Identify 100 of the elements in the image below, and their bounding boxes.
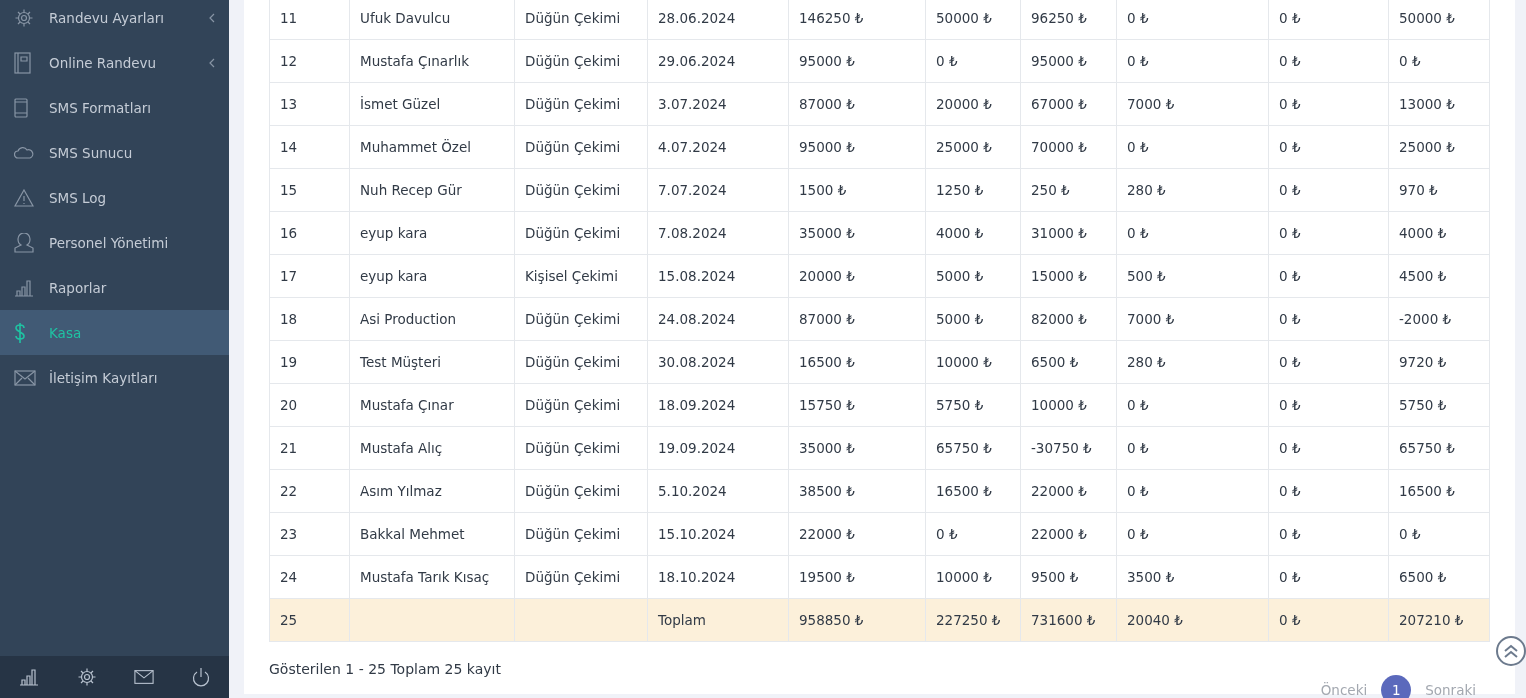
table-cell: 65750 ₺ — [1388, 426, 1490, 470]
table-cell: 0 ₺ — [1268, 125, 1389, 169]
scroll-to-top-button[interactable] — [1496, 636, 1526, 666]
table-cell: 6500 ₺ — [1388, 555, 1490, 599]
user-icon — [14, 232, 34, 253]
table-cell: Ufuk Davulcu — [349, 0, 515, 40]
table-cell: İsmet Güzel — [349, 82, 515, 126]
table-cell: Düğün Çekimi — [514, 0, 648, 40]
table-cell: 14 — [269, 125, 350, 169]
table-cell: eyup kara — [349, 211, 515, 255]
table-cell: 13000 ₺ — [1388, 82, 1490, 126]
table-cell: 87000 ₺ — [788, 297, 926, 341]
sidebar-item[interactable]: Randevu Ayarları — [0, 0, 229, 40]
table-cell: 4500 ₺ — [1388, 254, 1490, 298]
table-cell: 0 ₺ — [1268, 512, 1389, 556]
bar-chart-icon[interactable] — [18, 668, 39, 686]
power-icon[interactable] — [192, 667, 211, 687]
table-cell: 5750 ₺ — [925, 383, 1021, 427]
table-cell: 15.08.2024 — [647, 254, 789, 298]
table-cell: 5000 ₺ — [925, 297, 1021, 341]
table-cell: 22000 ₺ — [1020, 512, 1117, 556]
table-cell: 18.09.2024 — [647, 383, 789, 427]
table-cell: 0 ₺ — [1388, 39, 1490, 83]
table-cell: 38500 ₺ — [788, 469, 926, 513]
sidebar-item[interactable]: Online Randevu — [0, 40, 229, 85]
table-cell: 280 ₺ — [1116, 168, 1269, 212]
table-cell: 0 ₺ — [1116, 469, 1269, 513]
sidebar-item[interactable]: Raporlar — [0, 265, 229, 310]
sidebar-item[interactable]: SMS Formatları — [0, 85, 229, 130]
table-cell: 10000 ₺ — [925, 555, 1021, 599]
table-cell: 10000 ₺ — [925, 340, 1021, 384]
table-cell: 0 ₺ — [1268, 211, 1389, 255]
table-cell: 0 ₺ — [1268, 82, 1389, 126]
table-cell: 22000 ₺ — [788, 512, 926, 556]
sidebar-item[interactable]: İletişim Kayıtları — [0, 355, 229, 400]
table-cell: 0 ₺ — [1116, 125, 1269, 169]
table-cell: 15000 ₺ — [1020, 254, 1117, 298]
table-cell: Mustafa Çınarlık — [349, 39, 515, 83]
table-cell: Düğün Çekimi — [514, 168, 648, 212]
table-cell: Asım Yılmaz — [349, 469, 515, 513]
table-cell: Düğün Çekimi — [514, 211, 648, 255]
table-cell: 5750 ₺ — [1388, 383, 1490, 427]
sidebar-item[interactable]: Kasa — [0, 310, 229, 355]
table-cell: 958850 ₺ — [788, 598, 926, 642]
table-cell: 16 — [269, 211, 350, 255]
table-cell: 95000 ₺ — [788, 125, 926, 169]
table-cell: 50000 ₺ — [1388, 0, 1490, 40]
table-cell: 250 ₺ — [1020, 168, 1117, 212]
table-cell: 500 ₺ — [1116, 254, 1269, 298]
double-chevron-up-icon — [1503, 644, 1519, 658]
table-cell: 16500 ₺ — [1388, 469, 1490, 513]
table-cell: 22000 ₺ — [1020, 469, 1117, 513]
notebook-icon — [14, 51, 32, 74]
phone-icon — [14, 97, 28, 118]
sidebar-item[interactable]: Personel Yönetimi — [0, 220, 229, 265]
sidebar-item[interactable]: SMS Log — [0, 175, 229, 220]
table-cell: Düğün Çekimi — [514, 469, 648, 513]
table-cell: 3.07.2024 — [647, 82, 789, 126]
table-cell: 50000 ₺ — [925, 0, 1021, 40]
table-cell: 9720 ₺ — [1388, 340, 1490, 384]
table-cell: 12 — [269, 39, 350, 83]
table-cell: 4.07.2024 — [647, 125, 789, 169]
envelope-icon[interactable] — [134, 669, 155, 685]
table-cell: 30.08.2024 — [647, 340, 789, 384]
table-cell: 0 ₺ — [1268, 254, 1389, 298]
table-cell: 24 — [269, 555, 350, 599]
dollar-icon — [14, 321, 26, 344]
table-cell: 25000 ₺ — [925, 125, 1021, 169]
bar-chart-icon — [14, 278, 34, 297]
table-cell: Bakkal Mehmet — [349, 512, 515, 556]
table-cell: 70000 ₺ — [1020, 125, 1117, 169]
table-cell: 87000 ₺ — [788, 82, 926, 126]
table-cell: 3500 ₺ — [1116, 555, 1269, 599]
table-cell: Düğün Çekimi — [514, 297, 648, 341]
table-cell: 0 ₺ — [1116, 39, 1269, 83]
table-cell: 6500 ₺ — [1020, 340, 1117, 384]
table-cell: 9500 ₺ — [1020, 555, 1117, 599]
table-cell: 0 ₺ — [1268, 469, 1389, 513]
page-button[interactable]: 1 — [1381, 675, 1412, 698]
table-cell: 0 ₺ — [1268, 39, 1389, 83]
table-cell: 731600 ₺ — [1020, 598, 1117, 642]
sidebar-item[interactable]: SMS Sunucu — [0, 130, 229, 175]
table-cell: 7000 ₺ — [1116, 82, 1269, 126]
settings-icon[interactable] — [76, 667, 97, 687]
table-cell: 19500 ₺ — [788, 555, 926, 599]
table-cell: Düğün Çekimi — [514, 340, 648, 384]
table-cell: 16500 ₺ — [788, 340, 926, 384]
table-cell: 23 — [269, 512, 350, 556]
table-cell: -30750 ₺ — [1020, 426, 1117, 470]
table-cell: Düğün Çekimi — [514, 555, 648, 599]
table-cell: 0 ₺ — [1116, 383, 1269, 427]
table-cell: 18 — [269, 297, 350, 341]
table-cell: 207210 ₺ — [1388, 598, 1490, 642]
table-cell: 4000 ₺ — [1388, 211, 1490, 255]
table-cell: 0 ₺ — [1116, 211, 1269, 255]
table-cell: Mustafa Çınar — [349, 383, 515, 427]
table-cell: 0 ₺ — [1268, 340, 1389, 384]
table-cell: 0 ₺ — [1116, 512, 1269, 556]
table-cell: 1500 ₺ — [788, 168, 926, 212]
table-cell: Test Müşteri — [349, 340, 515, 384]
